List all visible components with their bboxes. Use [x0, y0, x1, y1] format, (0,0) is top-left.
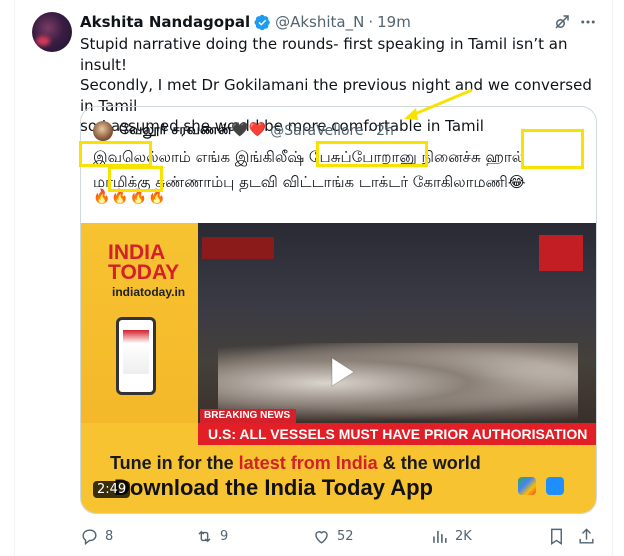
- app-store-icon: [546, 477, 564, 495]
- quoted-header: வேலூர் சரவணன்🖤❤️ @SaraVellore · 2h: [93, 121, 394, 141]
- ad-panel: INDIA TODAY indiatoday.in: [81, 223, 198, 423]
- tune-in-text: Tune in for the latest from India & the …: [110, 453, 481, 474]
- quoted-author-name[interactable]: வேலூர் சரவணன்🖤❤️: [119, 122, 266, 140]
- video-player[interactable]: INDIA TODAY indiatoday.in BREAKING NEWS …: [81, 223, 596, 513]
- verified-badge-icon: [254, 14, 270, 30]
- tune-suffix: & the world: [382, 453, 481, 473]
- author-name[interactable]: Akshita Nandagopal: [80, 13, 250, 31]
- grok-icon[interactable]: [552, 12, 572, 32]
- store-icons: [518, 477, 564, 495]
- event-banner: [202, 237, 274, 259]
- video-duration: 2:49: [93, 481, 131, 498]
- annotation-arrow-icon: [404, 88, 473, 120]
- download-app-text: Download the India Today App: [114, 475, 433, 500]
- author-handle[interactable]: @Akshita_N: [275, 13, 364, 31]
- logo-line: INDIA: [108, 241, 166, 264]
- tweet-actions: 8 9 52 2K: [80, 524, 604, 548]
- views-icon: [433, 530, 447, 543]
- heart-icon: [315, 530, 328, 544]
- reply-button[interactable]: 8: [80, 524, 113, 548]
- fire-emojis: 🔥🔥🔥🔥: [93, 189, 167, 205]
- reply-count: 8: [105, 528, 114, 544]
- share-button[interactable]: [577, 524, 596, 548]
- quoted-text: இவலெல்லாம் எங்க இங்கிலீஷ் பேசுப்போறானு ந…: [93, 145, 593, 195]
- timeline-border-right: [612, 0, 613, 556]
- like-count: 52: [337, 528, 354, 544]
- play-icon[interactable]: [317, 349, 363, 395]
- breaking-news-tag: BREAKING NEWS: [200, 409, 296, 423]
- tweet-text-line: Stupid narrative doing the rounds- first…: [80, 35, 568, 74]
- india-today-url: indiatoday.in: [112, 285, 186, 299]
- views-button[interactable]: 2K: [430, 524, 472, 548]
- retweet-icon: [198, 530, 211, 542]
- more-options-icon[interactable]: [578, 12, 598, 32]
- quoted-text-line: மாமிக்கு சுண்ணாம்பு தடவி விட்டாங்க டாக்ட…: [93, 173, 526, 191]
- bookmark-button[interactable]: [547, 524, 566, 548]
- channel-logo: [539, 235, 583, 271]
- india-today-logo: INDIA TODAY: [108, 241, 180, 284]
- retweet-button[interactable]: 9: [195, 524, 228, 548]
- separator-dot: ·: [367, 123, 373, 139]
- reply-icon: [82, 528, 97, 545]
- bookmark-icon: [551, 528, 562, 545]
- retweet-count: 9: [220, 528, 229, 544]
- quoted-author-handle[interactable]: @SaraVellore: [270, 123, 363, 139]
- tune-prefix: Tune in for the: [110, 453, 234, 473]
- timeline-border-left: [14, 0, 15, 556]
- separator-dot: ·: [368, 13, 374, 31]
- quoted-avatar[interactable]: [93, 121, 113, 141]
- tweet-header: Akshita Nandagopal @Akshita_N · 19m: [80, 12, 411, 32]
- news-headline: U.S: ALL VESSELS MUST HAVE PRIOR AUTHORI…: [198, 423, 596, 445]
- like-button[interactable]: 52: [312, 524, 354, 548]
- views-count: 2K: [455, 528, 472, 544]
- logo-line: TODAY: [108, 261, 180, 284]
- google-play-icon: [518, 477, 536, 495]
- author-avatar[interactable]: [32, 12, 72, 52]
- quoted-timestamp[interactable]: 2h: [376, 123, 394, 139]
- share-icon: [579, 527, 594, 544]
- tune-latest: latest from India: [238, 453, 378, 473]
- video-frame: [198, 223, 596, 423]
- quoted-tweet[interactable]: வேலூர் சரவணன்🖤❤️ @SaraVellore · 2h இவலெல…: [80, 106, 597, 514]
- phone-graphic-icon: [116, 317, 156, 395]
- quoted-text-line: இவலெல்லாம் எங்க இங்கிலீஷ் பேசுப்போறானு ந…: [93, 148, 525, 166]
- tweet-timestamp[interactable]: 19m: [377, 13, 411, 31]
